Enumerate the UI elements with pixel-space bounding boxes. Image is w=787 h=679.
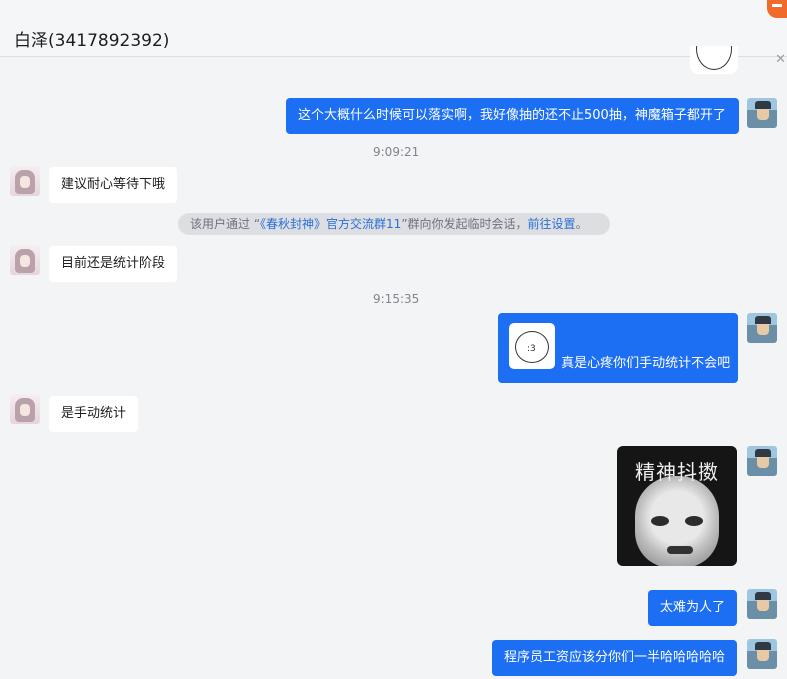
notice-suffix: 。 (575, 217, 588, 231)
sticker-image[interactable]: :3 (509, 323, 555, 369)
contact-avatar[interactable] (10, 245, 40, 275)
group-link[interactable]: 《春秋封神》官方交流群11 (260, 217, 401, 231)
contact-message-bubble[interactable]: 建议耐心等待下哦 (49, 167, 178, 203)
message-text: 真是心疼你们手动统计不会吧 (561, 356, 731, 371)
timestamp: 9:09:21 (373, 145, 420, 159)
my-avatar[interactable] (747, 313, 777, 343)
contact-avatar[interactable] (10, 394, 40, 424)
app-logo-icon (767, 0, 787, 18)
notice-prefix: 该用户通过 “ (190, 217, 261, 231)
settings-link[interactable]: 前往设置 (528, 217, 576, 231)
system-notice: 该用户通过 “《春秋封神》官方交流群11”群向你发起临时会话，前往设置。 (178, 213, 610, 235)
timestamp: 9:15:35 (373, 292, 420, 306)
close-icon[interactable]: ✕ (775, 52, 786, 67)
my-message-bubble[interactable]: 太难为人了 (648, 590, 738, 626)
contact-avatar[interactable] (10, 166, 40, 196)
contact-message-bubble[interactable]: 是手动统计 (49, 396, 139, 432)
message-text: 程序员工资应该分你们一半哈哈哈哈哈 (504, 650, 726, 665)
message-text: 太难为人了 (660, 600, 726, 615)
my-avatar[interactable] (747, 639, 777, 669)
my-message-bubble[interactable]: :3 真是心疼你们手动统计不会吧 (498, 313, 739, 383)
message-text: 建议耐心等待下哦 (61, 177, 166, 192)
meme-caption: 精神抖擞 (635, 460, 719, 484)
message-text: 是手动统计 (61, 406, 127, 421)
meme-image[interactable]: 精神抖擞 (617, 446, 737, 566)
meme-face (635, 476, 719, 566)
my-message-bubble[interactable]: 程序员工资应该分你们一半哈哈哈哈哈 (492, 640, 738, 676)
chat-header: 白泽(3417892392) (0, 0, 787, 57)
notice-middle: ”群向你发起临时会话， (401, 217, 528, 231)
my-message-bubble[interactable]: 这个大概什么时候可以落实啊，我好像抽的还不止500抽，神魔箱子都开了 (286, 98, 739, 134)
contact-message-bubble[interactable]: 目前还是统计阶段 (49, 246, 178, 282)
message-text: 这个大概什么时候可以落实啊，我好像抽的还不止500抽，神魔箱子都开了 (298, 108, 726, 123)
my-avatar[interactable] (747, 446, 777, 476)
chat-title: 白泽(3417892392) (14, 31, 170, 51)
message-text: 目前还是统计阶段 (61, 256, 166, 271)
my-avatar[interactable] (747, 589, 777, 619)
sticker-image[interactable] (690, 46, 738, 74)
my-avatar[interactable] (747, 98, 777, 128)
